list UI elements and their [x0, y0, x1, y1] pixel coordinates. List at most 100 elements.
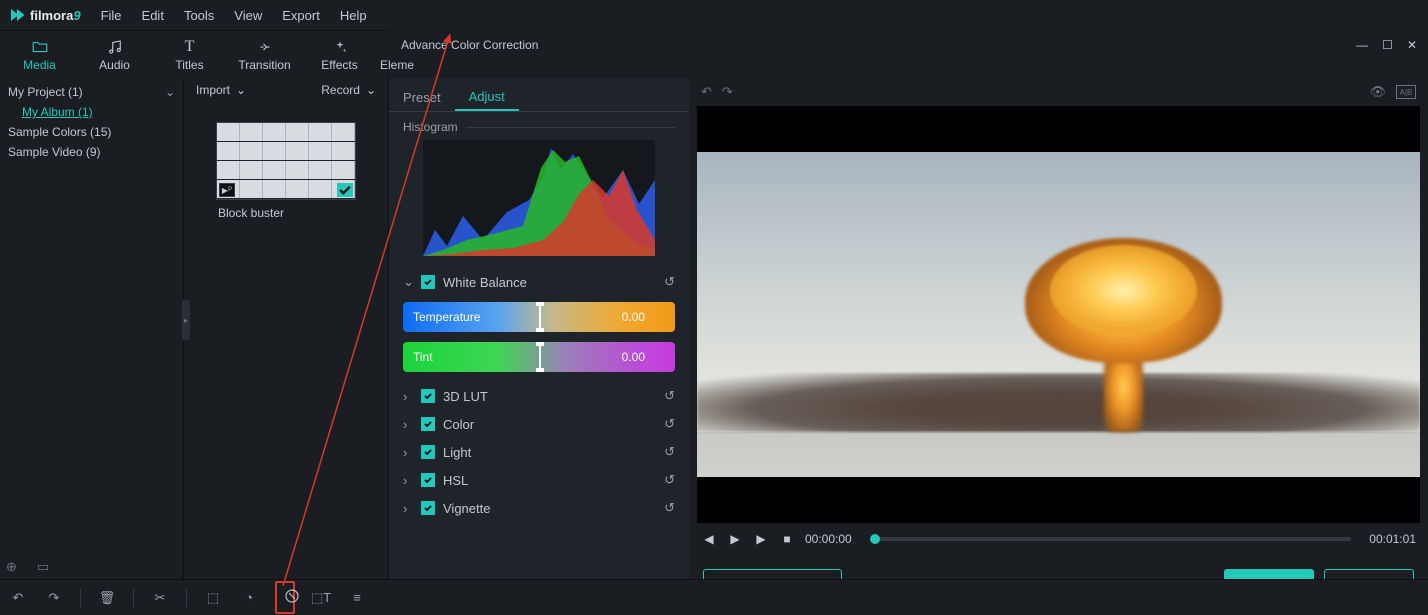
section-label: White Balance	[443, 275, 656, 290]
menu-tools[interactable]: Tools	[174, 0, 224, 30]
sidebar-item-project[interactable]: My Project (1) ⌄	[6, 82, 177, 102]
tab-effects[interactable]: Effects	[302, 31, 377, 79]
chevron-right-icon[interactable]: ›	[403, 445, 413, 460]
preview-panel: ↶ ↷ 👁 A|B ◀ ▶ ▶ ■ 00:00:00	[689, 78, 1428, 615]
tab-titles-label: Titles	[175, 58, 203, 72]
tab-audio[interactable]: Audio	[77, 31, 152, 79]
temperature-slider[interactable]: Temperature 0.00	[403, 302, 675, 332]
cc-tab-adjust[interactable]: Adjust	[455, 84, 519, 111]
sidebar-item-sample-colors[interactable]: Sample Colors (15)	[6, 122, 177, 142]
menu-export[interactable]: Export	[272, 0, 330, 30]
chevron-down-icon: ⌄	[236, 83, 246, 97]
color-checkbox[interactable]	[421, 417, 435, 431]
chevron-down-icon[interactable]: ⌄	[403, 274, 413, 290]
menu-view[interactable]: View	[224, 0, 272, 30]
vignette-checkbox[interactable]	[421, 501, 435, 515]
project-sidebar: My Project (1) ⌄ My Album (1) Sample Col…	[0, 78, 184, 615]
timeline-toolbar: ↶ ↷ 🗑 ✂ ⬚ ◔ ⬚T ≡	[0, 579, 1428, 615]
clip-label: Block buster	[196, 200, 376, 220]
hsl-checkbox[interactable]	[421, 473, 435, 487]
tab-media[interactable]: Media	[2, 31, 77, 79]
reset-icon[interactable]: ↺	[664, 472, 675, 488]
section-hsl[interactable]: › HSL ↺	[403, 466, 675, 494]
stop-button[interactable]: ■	[779, 532, 795, 546]
redo-icon[interactable]: ↷	[44, 590, 64, 606]
menu-file[interactable]: File	[91, 0, 132, 30]
chevron-right-icon[interactable]: ›	[403, 389, 413, 404]
sparkle-icon	[331, 38, 349, 56]
text-overlay-icon[interactable]: ⬚T	[311, 590, 331, 606]
reset-icon[interactable]: ↺	[664, 274, 675, 290]
cut-icon[interactable]: ✂	[150, 590, 170, 606]
section-label: Vignette	[443, 501, 656, 516]
sidebar-item-label: My Project (1)	[8, 85, 83, 99]
color-correction-icon[interactable]	[275, 581, 295, 614]
reset-icon[interactable]: ↺	[664, 444, 675, 460]
light-checkbox[interactable]	[421, 445, 435, 459]
reset-icon[interactable]: ↺	[664, 388, 675, 404]
redo-icon[interactable]: ↷	[722, 84, 733, 100]
menu-help[interactable]: Help	[330, 0, 377, 30]
section-vignette[interactable]: › Vignette ↺	[403, 494, 675, 522]
maximize-button[interactable]: ☐	[1382, 38, 1393, 52]
reset-icon[interactable]: ↺	[664, 500, 675, 516]
undo-icon[interactable]: ↶	[701, 84, 712, 100]
white-balance-checkbox[interactable]	[421, 275, 435, 289]
app-version: 9	[73, 8, 80, 23]
section-white-balance[interactable]: ⌄ White Balance ↺	[403, 268, 675, 296]
step-back-button[interactable]: ▶	[727, 532, 743, 546]
divider	[186, 589, 187, 607]
settings-icon[interactable]: ≡	[347, 590, 367, 605]
tab-titles[interactable]: T Titles	[152, 31, 227, 79]
sidebar-item-sample-video[interactable]: Sample Video (9)	[6, 142, 177, 162]
record-menu[interactable]: Record ⌄	[321, 83, 376, 97]
tint-slider[interactable]: Tint 0.00	[403, 342, 675, 372]
import-menu[interactable]: Import ⌄	[196, 83, 246, 97]
tab-transition[interactable]: Transition	[227, 31, 302, 79]
chevron-right-icon[interactable]: ›	[403, 473, 413, 488]
delete-icon[interactable]: 🗑	[97, 590, 117, 606]
tab-audio-label: Audio	[99, 58, 130, 72]
slider-handle[interactable]	[539, 304, 541, 330]
reset-icon[interactable]: ↺	[664, 416, 675, 432]
video-preview[interactable]	[697, 106, 1420, 523]
minimize-button[interactable]: —	[1356, 38, 1368, 52]
slider-value: 0.00	[622, 350, 645, 364]
playback-controls: ◀ ▶ ▶ ■ 00:00:00 00:01:01	[689, 523, 1428, 555]
speed-icon[interactable]: ◔	[239, 590, 259, 605]
close-button[interactable]: ✕	[1407, 38, 1417, 52]
chevron-right-icon[interactable]: ›	[403, 501, 413, 516]
eye-icon[interactable]: 👁	[1369, 84, 1386, 100]
logo-icon	[8, 6, 26, 24]
scrubber-knob[interactable]	[870, 534, 880, 544]
prev-frame-button[interactable]: ◀	[701, 532, 717, 546]
sidebar-expand-handle[interactable]: ▸	[182, 300, 190, 340]
lut-checkbox[interactable]	[421, 389, 435, 403]
preview-scrubber[interactable]	[870, 537, 1352, 541]
undo-icon[interactable]: ↶	[8, 590, 28, 606]
sidebar-item-label: My Album (1)	[8, 105, 93, 119]
slider-handle[interactable]	[539, 344, 541, 370]
section-light[interactable]: › Light ↺	[403, 438, 675, 466]
section-color[interactable]: › Color ↺	[403, 410, 675, 438]
play-button[interactable]: ▶	[753, 532, 769, 546]
divider	[133, 589, 134, 607]
sidebar-bottom-icons: ⊕ ▭	[6, 559, 49, 575]
text-icon: T	[181, 38, 199, 56]
time-current: 00:00:00	[805, 532, 852, 546]
cc-tab-preset[interactable]: Preset	[389, 84, 455, 111]
folder-icon[interactable]: ▭	[37, 559, 49, 575]
sidebar-item-album[interactable]: My Album (1)	[6, 102, 177, 122]
menu-edit[interactable]: Edit	[132, 0, 174, 30]
new-folder-icon[interactable]: ⊕	[6, 559, 17, 575]
cc-title: Advance Color Correction	[401, 38, 538, 52]
slider-label: Temperature	[413, 310, 480, 324]
media-clip-thumbnail[interactable]: ▶P	[216, 122, 356, 200]
ab-compare-button[interactable]: A|B	[1396, 85, 1416, 99]
crop-icon[interactable]: ⬚	[203, 590, 223, 606]
import-label: Import	[196, 83, 230, 97]
sidebar-item-label: Sample Video (9)	[8, 145, 101, 159]
section-3d-lut[interactable]: › 3D LUT ↺	[403, 382, 675, 410]
play-overlay-icon[interactable]: ▶P	[219, 183, 235, 197]
chevron-right-icon[interactable]: ›	[403, 417, 413, 432]
